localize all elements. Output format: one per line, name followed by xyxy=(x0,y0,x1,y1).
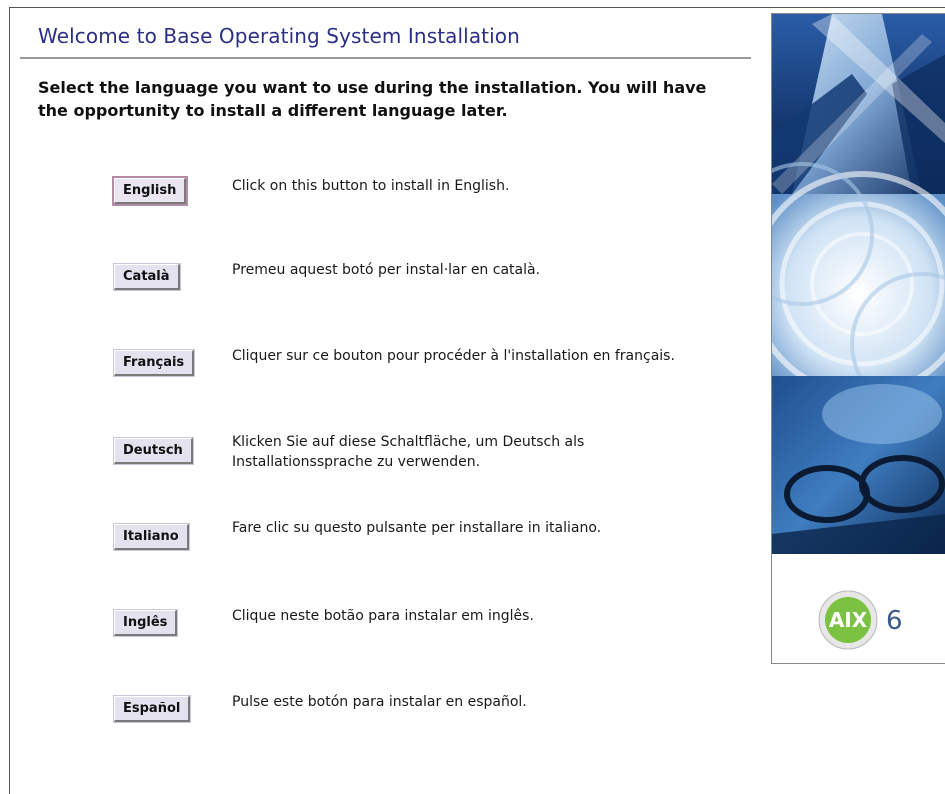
spanish-description: Pulse este botón para instalar en españo… xyxy=(232,694,527,710)
english-button[interactable]: English xyxy=(114,178,187,204)
instructions-text: Select the language you want to use duri… xyxy=(38,78,707,120)
language-option-german: Deutsch Klicken Sie auf diese Schaltfläc… xyxy=(0,432,760,482)
aix-version-number: 6 xyxy=(886,606,903,636)
language-option-english: English Click on this button to install … xyxy=(0,176,760,226)
aix-logo: AIX 6 xyxy=(818,590,938,650)
language-option-spanish: Español Pulse este botón para instalar e… xyxy=(0,692,760,742)
language-option-catalan: Català Premeu aquest botó per instal·lar… xyxy=(0,260,760,310)
city-photo xyxy=(772,14,945,194)
german-description: Klicken Sie auf diese Schaltfläche, um D… xyxy=(232,434,585,470)
italian-button[interactable]: Italiano xyxy=(114,524,189,550)
title-divider xyxy=(20,57,751,59)
language-option-portuguese: Inglês Clique neste botão para instalar … xyxy=(0,606,760,656)
branding-image-strip xyxy=(772,14,945,554)
italian-description: Fare clic su questo pulsante per install… xyxy=(232,520,602,536)
glasses-photo xyxy=(772,376,945,554)
aix-logo-text: AIX xyxy=(828,608,868,632)
branding-panel: AIX 6 xyxy=(771,13,945,664)
language-option-french: Français Cliquer sur ce bouton pour proc… xyxy=(0,346,760,396)
french-description: Cliquer sur ce bouton pour procéder à l'… xyxy=(232,348,675,364)
german-button[interactable]: Deutsch xyxy=(114,438,193,464)
page-title: Welcome to Base Operating System Install… xyxy=(38,24,520,48)
portuguese-button[interactable]: Inglês xyxy=(114,610,178,636)
catalan-description: Premeu aquest botó per instal·lar en cat… xyxy=(232,262,541,278)
language-option-italian: Italiano Fare clic su questo pulsante pe… xyxy=(0,518,760,568)
spanish-button[interactable]: Español xyxy=(114,696,191,722)
french-button[interactable]: Français xyxy=(114,350,195,376)
english-description: Click on this button to install in Engli… xyxy=(232,178,510,194)
portuguese-description: Clique neste botão para instalar em ingl… xyxy=(232,608,534,624)
catalan-button[interactable]: Català xyxy=(114,264,180,290)
